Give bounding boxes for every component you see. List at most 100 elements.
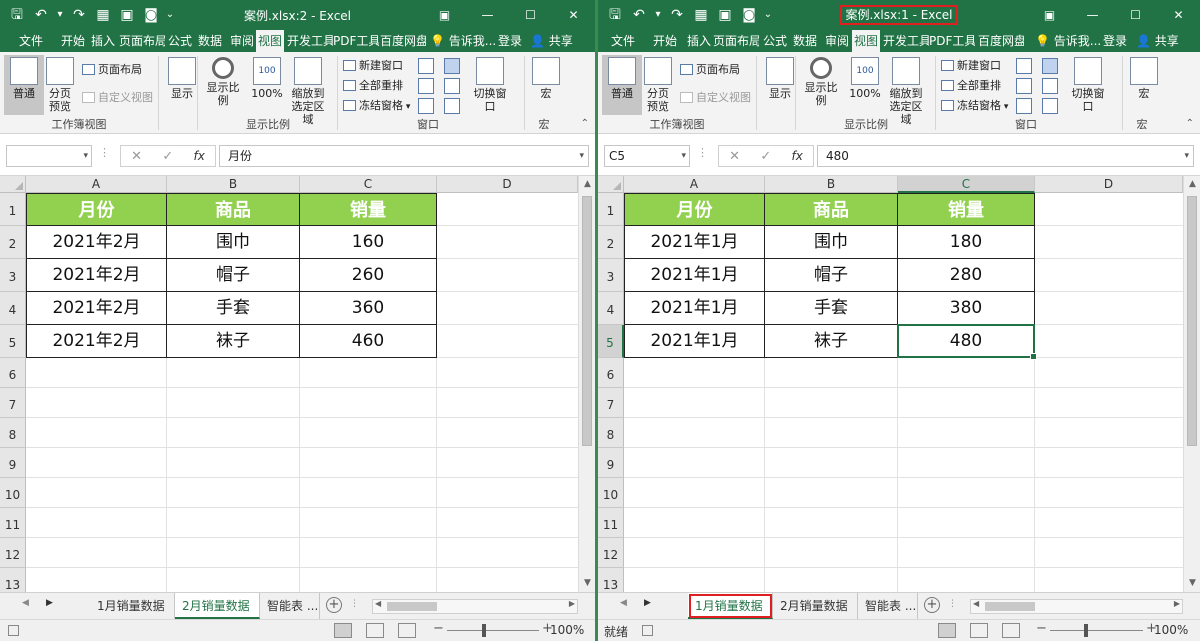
table-cell[interactable]: 手套 (765, 292, 898, 325)
zoom-100-button[interactable]: 100 100% (247, 55, 287, 115)
sheet-tab-2[interactable]: 智能表 ... (260, 593, 320, 619)
select-all-corner[interactable] (0, 176, 26, 193)
table-cell[interactable]: 260 (300, 259, 437, 292)
vertical-scroll-thumb[interactable] (1187, 196, 1197, 446)
ribbon-display-icon[interactable]: ▣ (1028, 0, 1071, 30)
column-header-c[interactable]: C (898, 176, 1035, 193)
camera-icon[interactable]: ◙ (738, 4, 760, 26)
tab-6[interactable]: 审阅 (227, 30, 257, 52)
share-button[interactable]: 👤 共享 (530, 30, 573, 52)
page-break-preview-button[interactable]: 分页 预览 (638, 55, 678, 115)
macro-record-icon[interactable] (642, 625, 653, 636)
table-cell[interactable]: 360 (300, 292, 437, 325)
table-cell[interactable]: 160 (300, 226, 437, 259)
next-sheet-icon[interactable]: ▶ (46, 598, 53, 608)
cancel-icon[interactable]: ✕ (131, 149, 142, 164)
zoom-button[interactable]: 显示比例 (203, 55, 243, 115)
select-all-corner[interactable] (598, 176, 624, 193)
tab-1[interactable]: 开始 (650, 30, 680, 52)
table-header-cell[interactable]: 销量 (300, 193, 437, 226)
confirm-icon[interactable]: ✓ (760, 149, 771, 164)
row-header-2[interactable]: 2 (0, 226, 26, 259)
tab-0[interactable]: 文件 (608, 30, 638, 52)
chevron-down-icon[interactable]: ▾ (681, 146, 686, 166)
arrange-all-button[interactable]: 全部重排 (941, 77, 1001, 95)
horizontal-scrollbar[interactable]: ◀ ▶ (372, 599, 578, 614)
row-header-10[interactable]: 10 (598, 478, 624, 508)
table-cell[interactable]: 2021年1月 (624, 292, 765, 325)
column-header-a[interactable]: A (624, 176, 765, 193)
minimize-icon[interactable]: — (466, 0, 509, 30)
customize-icon[interactable]: ⌄ (762, 4, 774, 26)
sync-scroll-icon[interactable] (1042, 78, 1058, 94)
vertical-scroll-thumb[interactable] (582, 196, 592, 446)
zoom-percentage[interactable]: 100% (1154, 623, 1188, 637)
tab-6[interactable]: 审阅 (822, 30, 852, 52)
table-cell[interactable]: 手套 (167, 292, 300, 325)
undo-icon[interactable]: ↶ (628, 4, 650, 26)
minimize-icon[interactable]: — (1071, 0, 1114, 30)
arrange-all-button[interactable]: 全部重排 (343, 77, 403, 95)
tell-me-search[interactable]: 💡 告诉我... (1035, 30, 1101, 52)
zoom-button[interactable]: 显示比例 (801, 55, 841, 115)
table-cell[interactable]: 2021年1月 (624, 325, 765, 358)
unhide-icon[interactable] (418, 98, 434, 114)
login-link[interactable]: 登录 (498, 30, 522, 52)
row-header-7[interactable]: 7 (598, 388, 624, 418)
ribbon-display-icon[interactable]: ▣ (423, 0, 466, 30)
table-cell[interactable]: 袜子 (167, 325, 300, 358)
zoom-slider-handle[interactable] (482, 624, 486, 637)
row-header-7[interactable]: 7 (0, 388, 26, 418)
tab-9[interactable]: PDF工具 (929, 30, 975, 52)
add-sheet-icon[interactable]: + (924, 597, 940, 613)
expand-formula-icon[interactable]: ▾ (579, 146, 584, 166)
show-button[interactable]: 显示 (162, 55, 202, 115)
tab-10[interactable]: 百度网盘 (380, 30, 426, 52)
formula-input[interactable]: 480 ▾ (817, 145, 1194, 167)
tab-7[interactable]: 视图 (256, 30, 284, 52)
page-layout-status-icon[interactable] (970, 623, 988, 638)
vertical-scrollbar[interactable]: ▲ ▼ (578, 176, 595, 592)
table-cell[interactable]: 180 (898, 226, 1035, 259)
tab-2[interactable]: 插入 (88, 30, 118, 52)
horizontal-scroll-thumb[interactable] (387, 602, 437, 611)
tab-8[interactable]: 开发工具 (883, 30, 929, 52)
active-cell-selection[interactable] (897, 324, 1037, 360)
tab-3[interactable]: 页面布局 (119, 30, 165, 52)
tab-0[interactable]: 文件 (16, 30, 46, 52)
row-header-11[interactable]: 11 (0, 508, 26, 538)
collapse-ribbon-icon[interactable]: ⌃ (1186, 118, 1194, 129)
customize-icon[interactable]: ⌄ (164, 4, 176, 26)
prev-sheet-icon[interactable]: ◀ (620, 598, 627, 608)
table-header-cell[interactable]: 月份 (624, 193, 765, 226)
zoom-slider-handle[interactable] (1084, 624, 1088, 637)
row-header-9[interactable]: 9 (598, 448, 624, 478)
normal-view-status-icon[interactable] (938, 623, 956, 638)
confirm-icon[interactable]: ✓ (162, 149, 173, 164)
tab-10[interactable]: 百度网盘 (978, 30, 1024, 52)
name-box[interactable]: C5 ▾ (604, 145, 690, 167)
table-header-cell[interactable]: 月份 (26, 193, 167, 226)
row-header-5[interactable]: 5 (0, 325, 26, 358)
save-icon[interactable]: 🖫 (604, 4, 626, 26)
table-cell[interactable]: 2021年2月 (26, 226, 167, 259)
scroll-right-icon[interactable]: ▶ (569, 599, 575, 608)
page-break-status-icon[interactable] (398, 623, 416, 638)
freeze-panes-button[interactable]: 冻结窗格 ▾ (941, 97, 1008, 115)
zoom-to-selection-button[interactable]: 缩放到 选定区域 (288, 55, 328, 126)
sheet-tab-0[interactable]: 1月销量数据 (90, 593, 175, 619)
unhide-icon[interactable] (1016, 98, 1032, 114)
row-header-4[interactable]: 4 (0, 292, 26, 325)
page-break-preview-button[interactable]: 分页 预览 (40, 55, 80, 115)
row-header-10[interactable]: 10 (0, 478, 26, 508)
sheet-tab-1[interactable]: 2月销量数据 (175, 593, 260, 619)
new-window-button[interactable]: 新建窗口 (941, 57, 1001, 75)
row-header-1[interactable]: 1 (0, 193, 26, 226)
page-layout-button[interactable]: 页面布局 (82, 61, 142, 79)
tab-9[interactable]: PDF工具 (333, 30, 379, 52)
scroll-down-icon[interactable]: ▼ (1184, 575, 1200, 592)
split-icon[interactable] (418, 58, 434, 74)
prev-sheet-icon[interactable]: ◀ (22, 598, 29, 608)
row-header-5[interactable]: 5 (598, 325, 624, 358)
hide-icon[interactable] (418, 78, 434, 94)
